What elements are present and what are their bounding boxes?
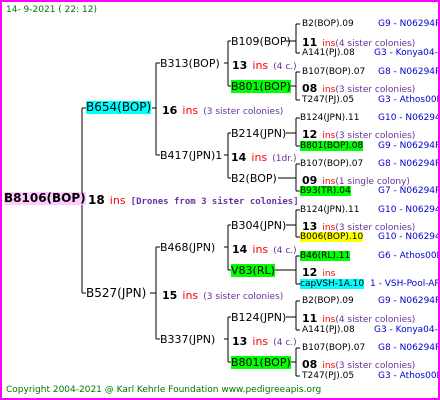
g3-queen-7-name: B124(JPN)	[231, 311, 287, 324]
g2-queen-2-inbreeding: 14 ins (1dr.)	[231, 149, 296, 166]
sire-inbreeding: 16 ins (3 sister colonies)	[162, 102, 283, 119]
root-inbreeding: 18 ins [Drones from 3 sister colonies]	[88, 192, 299, 209]
g4-queen-14-code: G3 - Konya04-2	[374, 325, 440, 335]
g2-queen-3-inbreeding: 14 ins (4 c.)	[232, 241, 297, 258]
g4-queen-4-name: T247(PJ).05	[302, 95, 355, 105]
g2-queen-2-ins-value: 14	[231, 151, 247, 164]
g2-queen-1-inbreeding: 13 ins (4 c.)	[232, 57, 297, 74]
copyright-footer: Copyright 2004-2021 @ Karl Kehrle Founda…	[6, 385, 322, 395]
g2-queen-3-note: (4 c.)	[273, 246, 297, 256]
g2-queen-3-ins-value: 14	[232, 243, 248, 256]
g4-queen-5-code: G10 - N06294R	[378, 113, 438, 123]
g4-queen-2-code: G3 - Konya04-2	[374, 48, 440, 58]
g3-queen-8-name: B801(BOP)	[231, 356, 291, 369]
g4-queen-9: B124(JPN).11 G10 - N06294R	[300, 204, 438, 217]
dam-queen-name: B527(JPN)	[86, 286, 147, 300]
g4-queen-9-name: B124(JPN).11	[300, 205, 360, 215]
g4-queen-5: B124(JPN).11 G10 - N06294R	[300, 112, 438, 125]
g4-queen-15: B107(BOP).07 G8 - N06294R	[302, 342, 438, 355]
g4-queen-6-code: G9 - N06294R	[378, 141, 440, 151]
g2-queen-4-ins-value: 13	[232, 335, 248, 348]
g4-queen-10-name: B006(BOP).10	[300, 232, 364, 242]
root-ins-value: 18	[88, 193, 105, 207]
root-queen-name: B8106(BOP)	[4, 191, 86, 205]
dam-ins-label: ins	[182, 289, 199, 302]
g4-queen-10-code: G10 - N06294R	[378, 232, 438, 242]
g4-queen-13: B2(BOP).09 G9 - N06294R	[302, 295, 438, 308]
g4-queen-13-name: B2(BOP).09	[302, 296, 354, 306]
g4-queen-11-code: G6 - Athos00R	[378, 251, 440, 261]
sire-ins-value: 16	[162, 104, 178, 117]
g4-queen-3-name: B107(BOP).07	[302, 67, 366, 77]
g2-queen-2-ins-label: ins	[251, 151, 268, 164]
g4-queen-1-name: B2(BOP).09	[302, 19, 354, 29]
g2-queen-4-name: B337(JPN)	[160, 333, 216, 346]
sire-note: (3 sister colonies)	[203, 107, 284, 117]
g4-queen-6-name: B801(BOP).08	[300, 141, 364, 151]
g2-queen-3-ins-label: ins	[252, 243, 269, 256]
root-ins-label: ins	[109, 194, 126, 207]
g4-queen-4: T247(PJ).05 G3 - Athos00R	[302, 94, 438, 107]
report-date: 14- 9-2021 ( 22: 12)	[6, 5, 97, 15]
g4-queen-13-code: G9 - N06294R	[378, 296, 440, 306]
g2-queen-3-name: B468(JPN)	[160, 241, 216, 254]
g4-queen-2: A141(PJ).08 G3 - Konya04-2	[302, 47, 438, 60]
g4-queen-15-code: G8 - N06294R	[378, 343, 440, 353]
g4-queen-16-name: T247(PJ).05	[302, 371, 355, 381]
g2-queen-1-ins-value: 13	[232, 59, 248, 72]
g4-queen-1-code: G9 - N06294R	[378, 19, 440, 29]
g4-queen-4-code: G3 - Athos00R	[378, 95, 440, 105]
g4-queen-12: capVSH-1A.10 1 - VSH-Pool-AR	[300, 278, 438, 291]
g4-queen-3: B107(BOP).07 G8 - N06294R	[302, 66, 438, 79]
g4-queen-12-code: 1 - VSH-Pool-AR	[370, 279, 440, 289]
g4-queen-15-name: B107(BOP).07	[302, 343, 366, 353]
g4-queen-8-name: B93(TR).04	[300, 186, 351, 196]
g4-queen-14-name: A141(PJ).08	[302, 325, 355, 335]
g4-queen-1: B2(BOP).09 G9 - N06294R	[302, 18, 438, 31]
g2-queen-1-ins-label: ins	[252, 59, 269, 72]
g3-queen-6-name: V83(RL)	[231, 264, 275, 277]
pedigree-frame: 14- 9-2021 ( 22: 12) B8106(BOP) 18 ins […	[0, 0, 440, 400]
g4-queen-2-name: A141(PJ).08	[302, 48, 355, 58]
g4-queen-12-name: capVSH-1A.10	[300, 279, 365, 289]
dam-inbreeding: 15 ins (3 sister colonies)	[162, 287, 283, 304]
g2-queen-2-name: B417(JPN)1	[160, 149, 223, 162]
g3-queen-4-name: B2(BOP)	[231, 172, 277, 185]
g4-queen-7-name: B107(BOP).07	[300, 159, 364, 169]
g4-queen-9-code: G10 - N06294R	[378, 205, 438, 215]
root-drone-note: [Drones from 3 sister colonies]	[130, 197, 299, 207]
g4-queen-7: B107(BOP).07 G8 - N06294R	[300, 158, 438, 171]
g3-queen-1-name: B109(BOP)	[231, 35, 291, 48]
g4-queen-11-name: B46(RL).11	[300, 251, 351, 261]
g3-queen-2-name: B801(BOP)	[231, 80, 291, 93]
sire-queen-name: B654(BOP)	[86, 100, 152, 114]
g2-queen-4-note: (4 c.)	[273, 338, 297, 348]
sire-ins-label: ins	[182, 104, 199, 117]
g4-queen-11: B46(RL).11 G6 - Athos00R	[300, 250, 438, 263]
g2-queen-2-note: (1dr.)	[272, 154, 297, 164]
dam-note: (3 sister colonies)	[203, 292, 284, 302]
g4-queen-16-code: G3 - Athos00R	[378, 371, 440, 381]
g4-queen-7-code: G8 - N06294R	[378, 159, 440, 169]
g4-queen-10: B006(BOP).10 G10 - N06294R	[300, 231, 438, 244]
g4-queen-6: B801(BOP).08 G9 - N06294R	[300, 140, 438, 153]
g2-queen-4-inbreeding: 13 ins (4 c.)	[232, 333, 297, 350]
g3-queen-3-name: B214(JPN)	[231, 127, 287, 140]
g4-queen-16: T247(PJ).05 G3 - Athos00R	[302, 370, 438, 383]
dam-ins-value: 15	[162, 289, 178, 302]
g4-queen-8: B93(TR).04 G7 - N06294R	[300, 185, 438, 198]
g2-queen-1-note: (4 c.)	[273, 62, 297, 72]
g3-queen-5-name: B304(JPN)	[231, 219, 287, 232]
g2-queen-1-name: B313(BOP)	[160, 57, 220, 70]
g4-queen-8-code: G7 - N06294R	[378, 186, 440, 196]
g4-queen-3-code: G8 - N06294R	[378, 67, 440, 77]
g4-queen-14: A141(PJ).08 G3 - Konya04-2	[302, 324, 438, 337]
g4-queen-5-name: B124(JPN).11	[300, 113, 360, 123]
g2-queen-4-ins-label: ins	[252, 335, 269, 348]
